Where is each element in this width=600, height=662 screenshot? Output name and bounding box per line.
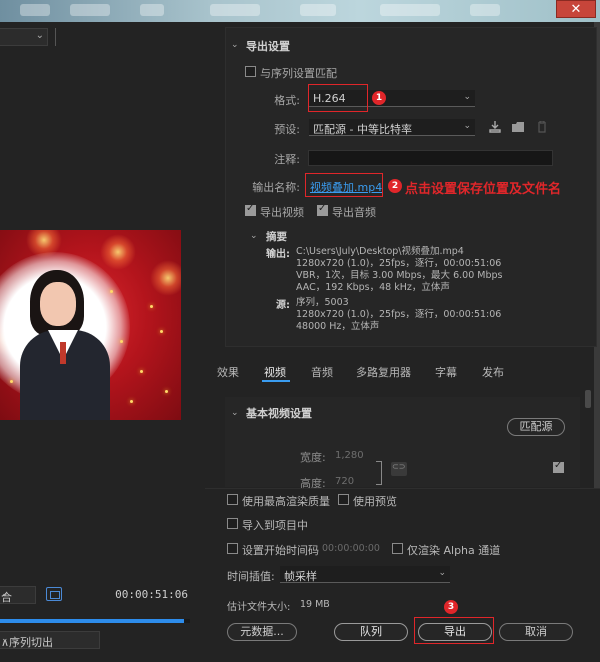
timecode-display: 00:00:51:06 [115, 588, 188, 601]
import-into-project-checkbox[interactable] [227, 518, 238, 529]
divider [55, 28, 56, 46]
timeline-scrubber[interactable] [0, 619, 190, 623]
annotation-badge-3: 3 [444, 600, 458, 614]
match-sequence-checkbox[interactable] [245, 66, 256, 77]
scrollbar-thumb[interactable] [585, 390, 591, 408]
export-settings-title: 导出设置 [246, 40, 290, 53]
tab-audio[interactable]: 音频 [311, 364, 333, 380]
width-override-checkbox[interactable] [553, 460, 564, 473]
time-interpolation-value: 帧采样 [284, 570, 317, 583]
metadata-button[interactable]: 元数据... [227, 623, 297, 641]
timeline-progress [0, 619, 185, 623]
summary-output-line: AAC，192 Kbps，48 kHz，立体声 [296, 282, 450, 293]
queue-button[interactable]: 队列 [334, 623, 408, 641]
delete-preset-icon[interactable] [535, 121, 549, 133]
summary-output-line: VBR，1次，目标 3.00 Mbps，最大 6.00 Mbps [296, 270, 503, 281]
active-tab-indicator [262, 380, 290, 382]
chevron-down-icon: ⌄ [463, 121, 471, 131]
export-video-label: 导出视频 [260, 206, 304, 219]
export-audio-label: 导出音频 [332, 206, 376, 219]
summary-output-line: 1280x720 (1.0)，25fps，逐行，00:00:51:06 [296, 258, 502, 269]
annotation-badge-1: 1 [372, 91, 386, 105]
import-preset-icon[interactable] [511, 121, 525, 133]
time-interpolation-label: 时间插值: [227, 570, 275, 583]
video-preview [0, 230, 181, 420]
annotation-badge-2: 2 [388, 179, 402, 193]
output-name-label: 输出名称: [252, 181, 300, 194]
max-render-quality-checkbox[interactable] [227, 494, 238, 505]
import-into-project-label: 导入到项目中 [242, 519, 308, 532]
summary-output-line: C:\Users\July\Desktop\视频叠加.mp4 [296, 246, 464, 257]
tab-video[interactable]: 视频 [264, 364, 286, 380]
preset-value: 匹配源 - 中等比特率 [313, 123, 412, 136]
cancel-button[interactable]: 取消 [499, 623, 573, 641]
link-icon[interactable] [391, 462, 407, 476]
use-previews-checkbox[interactable] [338, 494, 349, 505]
collapse-caret-icon[interactable]: ⌄ [231, 40, 239, 50]
summary-source-line: 序列，5003 [296, 297, 349, 308]
comment-label: 注释: [274, 153, 300, 166]
basic-video-title: 基本视频设置 [246, 407, 312, 420]
summary-title: 摘要 [266, 231, 287, 243]
chevron-down-icon: ⌄ [1, 589, 9, 599]
chevron-down-icon: ⌄ [463, 92, 471, 102]
aspect-bracket [376, 461, 382, 485]
crop-icon[interactable] [46, 587, 62, 601]
summary-source-key: 源: [276, 300, 290, 311]
annotation-box-1 [308, 84, 368, 112]
export-video-checkbox[interactable] [245, 203, 256, 216]
summary-source-line: 1280x720 (1.0)，25fps，逐行，00:00:51:06 [296, 309, 502, 320]
summary-output-key: 输出: [266, 249, 290, 260]
start-timecode-checkbox[interactable] [227, 543, 238, 554]
source-view-dropdown[interactable]: ⌄ [0, 28, 48, 46]
tab-effects[interactable]: 效果 [217, 364, 239, 380]
chevron-down-icon: ⌄ [1, 634, 9, 644]
estimated-size-label: 估计文件大小: [227, 602, 291, 613]
max-render-quality-label: 使用最高渲染质量 [242, 495, 330, 508]
settings-tabs: 效果 视频 音频 多路复用器 字幕 发布 [205, 361, 593, 383]
tab-multiplexer[interactable]: 多路复用器 [356, 364, 411, 380]
preset-dropdown[interactable]: 匹配源 - 中等比特率 ⌄ [309, 119, 475, 136]
width-label: 宽度: [300, 451, 326, 464]
start-timecode-value[interactable]: 00:00:00:00 [322, 543, 380, 554]
comment-input[interactable] [308, 150, 553, 166]
collapse-caret-icon[interactable]: ⌄ [231, 408, 239, 418]
source-range-dropdown[interactable]: ∧序列切出 ⌄ [0, 631, 100, 649]
use-previews-label: 使用预览 [353, 495, 397, 508]
alpha-only-checkbox[interactable] [392, 543, 403, 554]
tab-publish[interactable]: 发布 [482, 364, 504, 380]
summary-source-line: 48000 Hz，立体声 [296, 321, 380, 332]
format-label: 格式: [274, 94, 300, 107]
width-value[interactable]: 1,280 [335, 450, 364, 461]
chevron-down-icon: ⌄ [438, 568, 446, 578]
match-source-button[interactable]: 匹配源 [507, 418, 565, 436]
chevron-down-icon: ⌄ [35, 30, 44, 41]
window-titlebar: ✕ [0, 0, 600, 22]
match-sequence-label: 与序列设置匹配 [260, 67, 337, 80]
close-button[interactable]: ✕ [556, 0, 596, 18]
height-value[interactable]: 720 [335, 476, 354, 487]
annotation-box-3 [414, 617, 494, 644]
annotation-note-2: 点击设置保存位置及文件名 [405, 182, 562, 197]
save-preset-icon[interactable] [488, 121, 502, 133]
estimated-size-value: 19 MB [300, 599, 330, 610]
preset-label: 预设: [274, 123, 300, 136]
fit-dropdown[interactable]: 合 ⌄ [0, 586, 36, 604]
playback-controls: 合 ⌄ 00:00:51:06 [0, 584, 200, 606]
summary-caret-icon[interactable]: ⌄ [250, 231, 258, 241]
tab-captions[interactable]: 字幕 [435, 364, 457, 380]
export-audio-checkbox[interactable] [317, 203, 328, 216]
alpha-only-label: 仅渲染 Alpha 通道 [407, 544, 501, 557]
annotation-box-2 [305, 173, 383, 197]
time-interpolation-dropdown[interactable]: 帧采样 ⌄ [280, 566, 450, 583]
start-timecode-label: 设置开始时间码 [242, 544, 319, 557]
